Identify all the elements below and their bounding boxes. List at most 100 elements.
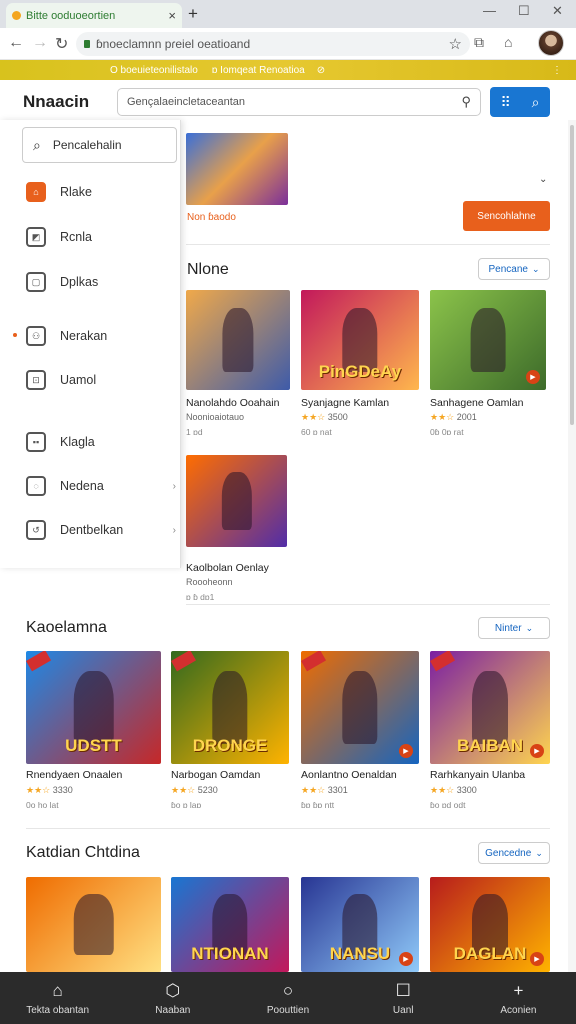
game-thumbnail-image[interactable]: ▶ [301,651,419,764]
rating-value: Roooheonn [186,577,233,587]
character-art-icon [73,671,114,744]
section-title-1: Nlone [187,261,229,278]
chevron-right-icon: › [172,524,176,536]
sidebar-item-5[interactable]: ⊡ Uamol [26,370,176,390]
game-meta: ɓo ɒ laɒ [171,800,202,810]
game-thumbnail-image[interactable]: BAIBAN ▶ [430,651,550,764]
game-meta: ɒ ɓ dɒ1 [186,592,215,602]
filter-icon[interactable]: ⚲ [461,94,471,110]
section-3-dropdown[interactable]: Gencedne ⌄ [478,842,550,864]
play-badge-icon: ▶ [399,952,413,966]
rating-value: 3301 [327,785,348,795]
minimize-button[interactable]: — [483,3,496,18]
sidebar: ⌕ Pencalehalin ⌂ Rlake ◩ Rcnla ▢ Dplkas ⚇ Nerak… [0,120,181,568]
grid-icon: ▪▪ [26,432,46,452]
scrollbar-thumb[interactable] [570,125,574,425]
address-text: ɓnoeclamnn pɾeiel oeatioand [96,37,251,51]
game-title: Nanolahdo Ooahain [186,397,280,409]
sidebar-item-4[interactable]: ⚇ Nerakan [26,326,176,346]
rating-value: 3330 [52,785,73,795]
reload-icon[interactable]: ↻ [55,34,68,54]
bookmark-1[interactable]: O boeuieteonilistalo [110,65,198,76]
game-thumbnail-image[interactable]: UDSTT [26,651,161,764]
promo-button[interactable]: Sencohlahne [463,201,550,231]
rating-value: 5230 [197,785,218,795]
character-art-icon [342,671,378,744]
game-thumbnail-image[interactable]: DRONGE [171,651,289,764]
chevron-down-icon[interactable]: ⌄ [539,174,547,185]
character-art-icon [212,671,248,744]
new-tab-button[interactable]: + [188,4,198,24]
bottom-nav-item-home[interactable]: ⌂ Tekta obantan [0,972,115,1024]
promo-banner-image[interactable] [186,133,288,205]
game-thumbnail-image[interactable] [186,455,287,547]
divider [26,828,550,829]
site-logo[interactable]: Nnaacin [23,92,89,112]
bookmark-star-icon[interactable]: ☆ [449,35,462,53]
search-button[interactable]: ⠿ ⌕ [490,87,550,117]
browser-tab-bar: Bitte ooduoeortien × + — ☐ ✕ [0,0,576,28]
section-1-dropdown[interactable]: Pencane ⌄ [478,258,550,280]
maximize-button[interactable]: ☐ [518,3,530,19]
game-thumbnail-image[interactable]: ▶ [430,290,546,390]
bottom-nav-label: Poouttien [266,1004,310,1016]
game-title: Narbogan Oamdan [171,769,261,781]
circle-icon: ○ [282,980,294,1000]
game-thumbnail-image[interactable] [186,290,290,390]
active-indicator [13,333,17,337]
game-meta: 60 ɒ nat [301,427,332,437]
sidebar-item-3[interactable]: ▢ Dplkas [26,272,176,292]
new-tag-icon [171,651,197,672]
rating-stars-icon: ★★☆ [301,412,328,422]
sidebar-search[interactable]: ⌕ Pencalehalin [22,127,177,163]
bookmark-3[interactable]: ⊘ [317,65,325,76]
sidebar-item-label: Uamol [60,373,97,387]
new-tag-icon [430,651,456,672]
bookmark-bar: O boeuieteonilistalo ɒ Iomqeat Renoatioa… [0,60,576,80]
forward-icon[interactable]: → [32,34,48,52]
rating-stars-icon: ★★☆ [430,412,457,422]
section-title-3: Katdian Chtdina [26,844,140,861]
chevron-down-icon: ⌄ [525,622,534,633]
bottom-nav-label: Naaban [155,1004,191,1016]
bottom-nav-item-square[interactable]: ☐ Uanl [346,972,461,1024]
address-bar[interactable]: ɓnoeclamnn pɾeiel oeatioand ☆ [76,32,470,56]
bottom-nav-label: Tekta obantan [26,1004,90,1016]
bottom-nav-item-circle[interactable]: ○ Poouttien [230,972,345,1024]
home-icon: ⌂ [52,980,63,1000]
game-thumbnail-image[interactable]: NTIONAN [171,877,289,972]
sidebar-item-8[interactable]: ↺ Dentbelkan › [26,520,176,540]
game-thumbnail-image[interactable]: NANSU ▶ [301,877,419,972]
browser-tab[interactable]: Bitte ooduoeortien × [6,3,182,28]
chevron-down-icon: ⌄ [531,263,540,274]
dropdown-label: Gencedne [485,847,532,859]
game-rating: ★★☆ 3301 [301,785,348,796]
sidebar-item-2[interactable]: ◩ Rcnla [26,227,176,247]
back-icon[interactable]: ← [8,34,24,52]
lock-icon [84,40,90,48]
game-thumbnail-image[interactable]: DAGLAN ▶ [430,877,550,972]
section-2-dropdown[interactable]: Ninter ⌄ [478,617,550,639]
search-icon: ⌕ [531,93,540,110]
play-badge-icon: ▶ [530,952,544,966]
rating-value: Noonioaiotauo [186,412,245,422]
extension-icon[interactable]: ⧉ [474,34,484,51]
bottom-nav-item-chat[interactable]: ⬡ Naaban [115,972,230,1024]
sidebar-item-label: Dentbelkan [60,523,124,537]
bottom-nav-item-plus[interactable]: + Aconien [461,972,576,1024]
sidebar-item-6[interactable]: ▪▪ Klagla [26,432,176,452]
bookmark-2[interactable]: ɒ Iomqeat Renoatioa [212,65,305,76]
close-tab-icon[interactable]: × [168,8,176,23]
site-search-input[interactable]: Gençalaeincletaceantan ⚲ [117,88,481,116]
sidebar-item-7[interactable]: ◌ Nedena › [26,476,176,496]
bookmark-menu-icon[interactable]: ⋮ [552,65,562,76]
home-icon[interactable]: ⌂ [504,34,512,50]
game-thumbnail-image[interactable]: PinGDeAy [301,290,419,390]
close-window-button[interactable]: ✕ [552,3,563,19]
game-thumbnail-image[interactable] [26,877,161,972]
profile-avatar[interactable] [538,30,564,56]
game-title: Rarhkanyain Ulanba [430,769,526,781]
sidebar-item-1[interactable]: ⌂ Rlake [26,182,176,202]
play-badge-icon: ▶ [399,744,413,758]
game-rating: ★★☆ 2001 [430,412,477,423]
